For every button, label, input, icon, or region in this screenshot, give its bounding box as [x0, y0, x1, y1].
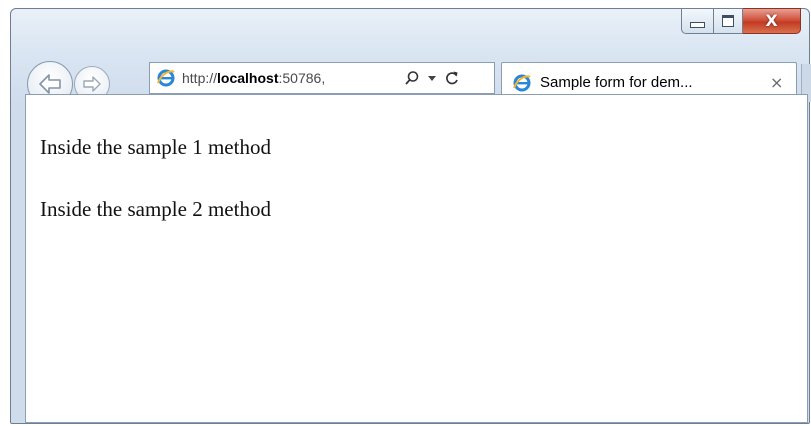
close-icon: X — [765, 11, 778, 30]
url-text[interactable]: http://localhost:50786, — [182, 70, 396, 86]
address-dropdown[interactable] — [422, 67, 442, 89]
browser-window: X http://localhost:50786, Sample form fo… — [10, 8, 811, 424]
ie-icon — [513, 74, 531, 91]
url-prefix: http:// — [182, 70, 218, 86]
maximize-button[interactable] — [713, 8, 743, 34]
tab-close-button[interactable]: × — [770, 73, 783, 92]
forward-arrow-icon — [83, 76, 101, 92]
maximize-icon — [722, 15, 734, 27]
caption-buttons: X — [681, 8, 801, 34]
refresh-button[interactable] — [442, 67, 462, 89]
address-tools — [402, 67, 462, 89]
minimize-icon — [690, 22, 705, 28]
minimize-button[interactable] — [681, 8, 713, 34]
tab-title: Sample form for dem... — [540, 74, 693, 91]
chevron-down-icon — [428, 76, 436, 81]
refresh-icon — [446, 71, 458, 85]
search-button[interactable] — [402, 67, 422, 89]
url-host: localhost — [217, 70, 279, 86]
search-icon — [405, 71, 419, 85]
content-line-2: Inside the sample 2 method — [40, 197, 271, 221]
close-button[interactable]: X — [743, 8, 801, 34]
page-content: Inside the sample 1 method Inside the sa… — [25, 94, 808, 423]
url-suffix: :50786, — [278, 70, 326, 86]
address-bar[interactable]: http://localhost:50786, — [149, 62, 495, 94]
content-line-1: Inside the sample 1 method — [40, 135, 271, 159]
ie-icon — [157, 69, 175, 87]
